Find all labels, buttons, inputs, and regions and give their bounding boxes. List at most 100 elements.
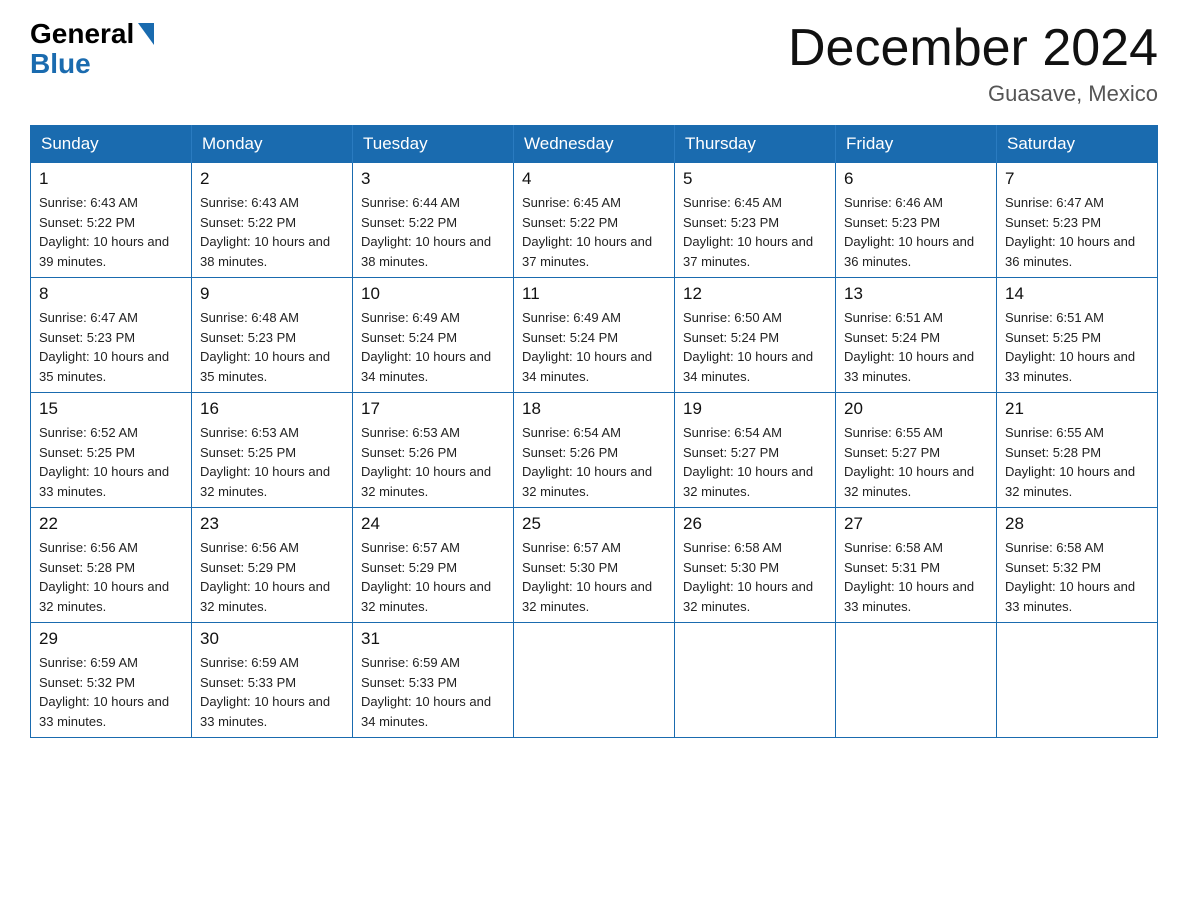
day-number: 19 (683, 399, 827, 419)
day-info: Sunrise: 6:59 AMSunset: 5:33 PMDaylight:… (361, 655, 491, 729)
calendar-cell: 8 Sunrise: 6:47 AMSunset: 5:23 PMDayligh… (31, 278, 192, 393)
day-info: Sunrise: 6:43 AMSunset: 5:22 PMDaylight:… (39, 195, 169, 269)
day-number: 21 (1005, 399, 1149, 419)
calendar-week-row: 29 Sunrise: 6:59 AMSunset: 5:32 PMDaylig… (31, 623, 1158, 738)
day-info: Sunrise: 6:52 AMSunset: 5:25 PMDaylight:… (39, 425, 169, 499)
logo-part1: General (30, 20, 134, 48)
day-info: Sunrise: 6:45 AMSunset: 5:23 PMDaylight:… (683, 195, 813, 269)
day-number: 25 (522, 514, 666, 534)
logo: General Blue (30, 20, 154, 78)
day-number: 24 (361, 514, 505, 534)
calendar-cell: 13 Sunrise: 6:51 AMSunset: 5:24 PMDaylig… (836, 278, 997, 393)
calendar-cell: 21 Sunrise: 6:55 AMSunset: 5:28 PMDaylig… (997, 393, 1158, 508)
col-header-thursday: Thursday (675, 126, 836, 163)
day-number: 11 (522, 284, 666, 304)
calendar-cell: 27 Sunrise: 6:58 AMSunset: 5:31 PMDaylig… (836, 508, 997, 623)
calendar-cell: 10 Sunrise: 6:49 AMSunset: 5:24 PMDaylig… (353, 278, 514, 393)
col-header-tuesday: Tuesday (353, 126, 514, 163)
day-info: Sunrise: 6:59 AMSunset: 5:33 PMDaylight:… (200, 655, 330, 729)
day-number: 23 (200, 514, 344, 534)
day-info: Sunrise: 6:54 AMSunset: 5:27 PMDaylight:… (683, 425, 813, 499)
title-block: December 2024 Guasave, Mexico (788, 20, 1158, 107)
calendar-table: SundayMondayTuesdayWednesdayThursdayFrid… (30, 125, 1158, 738)
calendar-cell (997, 623, 1158, 738)
day-number: 22 (39, 514, 183, 534)
day-number: 29 (39, 629, 183, 649)
calendar-cell: 5 Sunrise: 6:45 AMSunset: 5:23 PMDayligh… (675, 163, 836, 278)
calendar-cell (675, 623, 836, 738)
day-number: 15 (39, 399, 183, 419)
calendar-cell: 11 Sunrise: 6:49 AMSunset: 5:24 PMDaylig… (514, 278, 675, 393)
day-info: Sunrise: 6:44 AMSunset: 5:22 PMDaylight:… (361, 195, 491, 269)
calendar-cell: 9 Sunrise: 6:48 AMSunset: 5:23 PMDayligh… (192, 278, 353, 393)
day-number: 14 (1005, 284, 1149, 304)
day-number: 3 (361, 169, 505, 189)
day-info: Sunrise: 6:54 AMSunset: 5:26 PMDaylight:… (522, 425, 652, 499)
day-number: 13 (844, 284, 988, 304)
day-info: Sunrise: 6:58 AMSunset: 5:32 PMDaylight:… (1005, 540, 1135, 614)
calendar-body: 1 Sunrise: 6:43 AMSunset: 5:22 PMDayligh… (31, 163, 1158, 738)
day-number: 4 (522, 169, 666, 189)
day-number: 10 (361, 284, 505, 304)
calendar-cell: 4 Sunrise: 6:45 AMSunset: 5:22 PMDayligh… (514, 163, 675, 278)
col-header-sunday: Sunday (31, 126, 192, 163)
calendar-cell: 15 Sunrise: 6:52 AMSunset: 5:25 PMDaylig… (31, 393, 192, 508)
calendar-cell: 16 Sunrise: 6:53 AMSunset: 5:25 PMDaylig… (192, 393, 353, 508)
day-info: Sunrise: 6:57 AMSunset: 5:30 PMDaylight:… (522, 540, 652, 614)
calendar-cell: 30 Sunrise: 6:59 AMSunset: 5:33 PMDaylig… (192, 623, 353, 738)
day-info: Sunrise: 6:55 AMSunset: 5:28 PMDaylight:… (1005, 425, 1135, 499)
day-number: 2 (200, 169, 344, 189)
day-number: 30 (200, 629, 344, 649)
calendar-week-row: 22 Sunrise: 6:56 AMSunset: 5:28 PMDaylig… (31, 508, 1158, 623)
day-number: 31 (361, 629, 505, 649)
day-info: Sunrise: 6:53 AMSunset: 5:25 PMDaylight:… (200, 425, 330, 499)
logo-arrow-icon (138, 23, 154, 45)
day-info: Sunrise: 6:50 AMSunset: 5:24 PMDaylight:… (683, 310, 813, 384)
logo-part2: Blue (30, 50, 91, 78)
col-header-saturday: Saturday (997, 126, 1158, 163)
day-number: 27 (844, 514, 988, 534)
calendar-cell: 25 Sunrise: 6:57 AMSunset: 5:30 PMDaylig… (514, 508, 675, 623)
page-subtitle: Guasave, Mexico (788, 81, 1158, 107)
day-number: 18 (522, 399, 666, 419)
calendar-cell: 31 Sunrise: 6:59 AMSunset: 5:33 PMDaylig… (353, 623, 514, 738)
day-info: Sunrise: 6:49 AMSunset: 5:24 PMDaylight:… (361, 310, 491, 384)
day-info: Sunrise: 6:45 AMSunset: 5:22 PMDaylight:… (522, 195, 652, 269)
day-info: Sunrise: 6:49 AMSunset: 5:24 PMDaylight:… (522, 310, 652, 384)
day-info: Sunrise: 6:47 AMSunset: 5:23 PMDaylight:… (39, 310, 169, 384)
calendar-cell: 1 Sunrise: 6:43 AMSunset: 5:22 PMDayligh… (31, 163, 192, 278)
calendar-cell: 19 Sunrise: 6:54 AMSunset: 5:27 PMDaylig… (675, 393, 836, 508)
calendar-cell: 12 Sunrise: 6:50 AMSunset: 5:24 PMDaylig… (675, 278, 836, 393)
day-number: 9 (200, 284, 344, 304)
calendar-header-row: SundayMondayTuesdayWednesdayThursdayFrid… (31, 126, 1158, 163)
day-number: 1 (39, 169, 183, 189)
day-info: Sunrise: 6:59 AMSunset: 5:32 PMDaylight:… (39, 655, 169, 729)
day-info: Sunrise: 6:53 AMSunset: 5:26 PMDaylight:… (361, 425, 491, 499)
day-number: 17 (361, 399, 505, 419)
day-info: Sunrise: 6:56 AMSunset: 5:29 PMDaylight:… (200, 540, 330, 614)
day-info: Sunrise: 6:43 AMSunset: 5:22 PMDaylight:… (200, 195, 330, 269)
day-info: Sunrise: 6:58 AMSunset: 5:31 PMDaylight:… (844, 540, 974, 614)
calendar-cell: 6 Sunrise: 6:46 AMSunset: 5:23 PMDayligh… (836, 163, 997, 278)
calendar-cell: 29 Sunrise: 6:59 AMSunset: 5:32 PMDaylig… (31, 623, 192, 738)
day-info: Sunrise: 6:55 AMSunset: 5:27 PMDaylight:… (844, 425, 974, 499)
calendar-cell: 26 Sunrise: 6:58 AMSunset: 5:30 PMDaylig… (675, 508, 836, 623)
day-number: 26 (683, 514, 827, 534)
page-title: December 2024 (788, 20, 1158, 77)
col-header-wednesday: Wednesday (514, 126, 675, 163)
calendar-cell: 22 Sunrise: 6:56 AMSunset: 5:28 PMDaylig… (31, 508, 192, 623)
calendar-cell: 7 Sunrise: 6:47 AMSunset: 5:23 PMDayligh… (997, 163, 1158, 278)
day-info: Sunrise: 6:58 AMSunset: 5:30 PMDaylight:… (683, 540, 813, 614)
page-header: General Blue December 2024 Guasave, Mexi… (30, 20, 1158, 107)
day-info: Sunrise: 6:51 AMSunset: 5:24 PMDaylight:… (844, 310, 974, 384)
day-number: 28 (1005, 514, 1149, 534)
day-number: 7 (1005, 169, 1149, 189)
calendar-cell: 14 Sunrise: 6:51 AMSunset: 5:25 PMDaylig… (997, 278, 1158, 393)
calendar-cell: 17 Sunrise: 6:53 AMSunset: 5:26 PMDaylig… (353, 393, 514, 508)
calendar-cell (836, 623, 997, 738)
day-number: 5 (683, 169, 827, 189)
calendar-week-row: 1 Sunrise: 6:43 AMSunset: 5:22 PMDayligh… (31, 163, 1158, 278)
calendar-cell: 18 Sunrise: 6:54 AMSunset: 5:26 PMDaylig… (514, 393, 675, 508)
day-number: 6 (844, 169, 988, 189)
day-number: 16 (200, 399, 344, 419)
